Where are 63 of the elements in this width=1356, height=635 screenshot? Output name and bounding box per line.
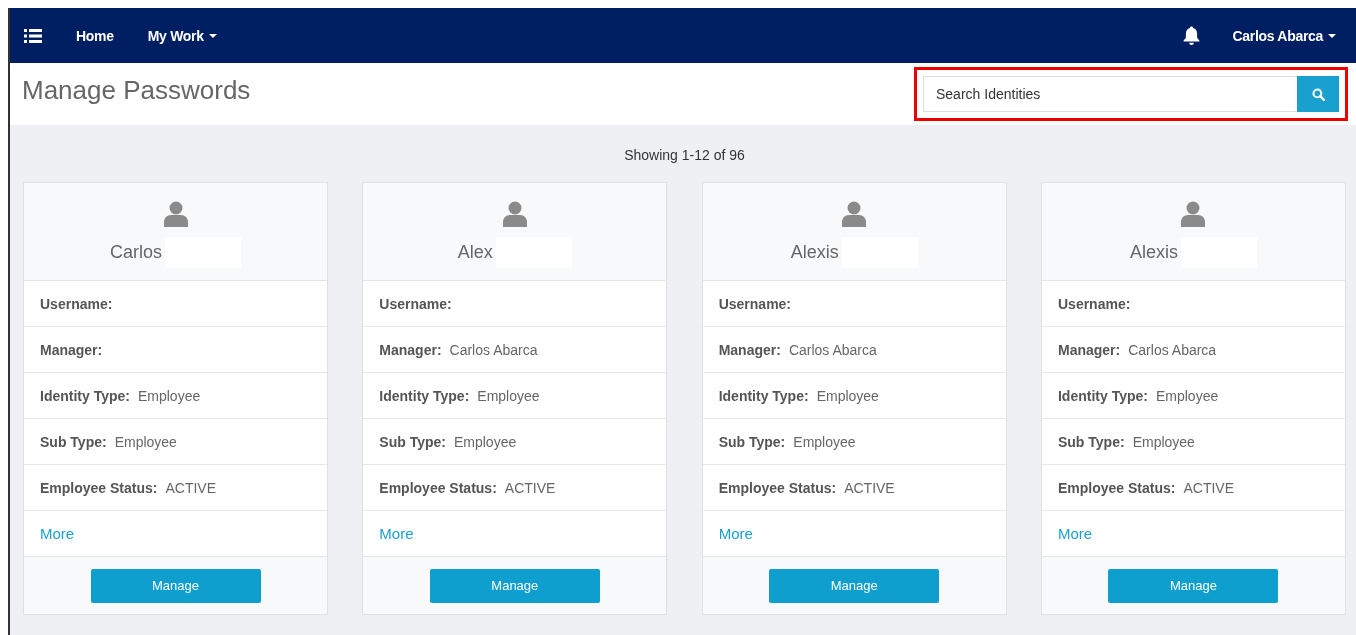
field-label: Manager:: [379, 341, 442, 358]
field-value: Employee: [1155, 387, 1219, 404]
field-value: Employee: [453, 433, 517, 450]
field-value: ACTIVE: [504, 479, 556, 496]
manage-button[interactable]: Manage: [429, 568, 600, 603]
field-value: ACTIVE: [1183, 479, 1235, 496]
field-value: ACTIVE: [165, 479, 217, 496]
field-label: Employee Status:: [1058, 479, 1176, 496]
field-label: Identity Type:: [40, 387, 130, 404]
identity-name: Alexis: [1129, 242, 1178, 263]
person-icon: [502, 201, 527, 227]
field-label: Username:: [1058, 295, 1131, 312]
field-value: Employee: [114, 433, 177, 450]
page-title: Manage Passwords: [22, 75, 251, 106]
field-value: Carlos Abarca: [1128, 341, 1217, 358]
field-label: Identity Type:: [379, 387, 470, 404]
bell-icon[interactable]: [1183, 26, 1201, 45]
manage-button[interactable]: Manage: [90, 568, 261, 603]
more-link[interactable]: More: [718, 525, 753, 542]
field-label: Manager:: [1058, 341, 1121, 358]
field-label: Employee Status:: [379, 479, 497, 496]
more-link[interactable]: More: [1058, 525, 1093, 542]
field-label: Username:: [718, 295, 792, 312]
field-label: Username:: [379, 295, 452, 312]
menu-icon[interactable]: [24, 28, 42, 43]
results-count: Showing 1-12 of 96: [623, 147, 746, 163]
user-menu[interactable]: Carlos Abarca: [1232, 27, 1336, 44]
field-value: Carlos Abarca: [449, 341, 538, 358]
more-link[interactable]: More: [40, 525, 75, 542]
field-value: Employee: [816, 387, 879, 404]
field-value: Employee: [137, 387, 201, 404]
manage-button[interactable]: Manage: [1108, 568, 1279, 603]
search-button[interactable]: [1297, 76, 1339, 112]
field-value: Employee: [793, 433, 856, 450]
identity-name: Alex: [457, 242, 493, 263]
field-label: Sub Type:: [718, 433, 786, 450]
field-label: Sub Type:: [379, 433, 446, 450]
more-link[interactable]: More: [379, 525, 414, 542]
field-label: Identity Type:: [718, 387, 809, 404]
field-label: Sub Type:: [40, 433, 107, 450]
field-label: Sub Type:: [1058, 433, 1125, 450]
caret-icon: [1328, 33, 1336, 38]
field-value: Carlos Abarca: [788, 341, 877, 358]
field-value: ACTIVE: [844, 479, 895, 496]
person-icon: [163, 201, 188, 227]
person-icon: [1181, 201, 1206, 227]
nav-link[interactable]: Home: [76, 27, 114, 44]
field-value: Employee: [1132, 433, 1195, 450]
field-label: Employee Status:: [718, 479, 837, 496]
field-label: Username:: [40, 295, 113, 312]
field-label: Manager:: [718, 341, 781, 358]
manage-button[interactable]: Manage: [769, 568, 940, 603]
search-icon: [1311, 87, 1325, 101]
search-field[interactable]: Search Identities: [923, 76, 1297, 112]
caret-icon: [208, 33, 217, 38]
person-icon: [842, 201, 867, 227]
field-value: Employee: [477, 387, 540, 404]
field-label: Identity Type:: [1058, 387, 1148, 404]
field-label: Employee Status:: [40, 479, 158, 496]
identity-name: Alexis: [790, 242, 839, 263]
identity-name: Carlos: [110, 242, 162, 263]
field-label: Manager:: [40, 341, 103, 358]
nav-link[interactable]: My Work: [147, 27, 217, 44]
